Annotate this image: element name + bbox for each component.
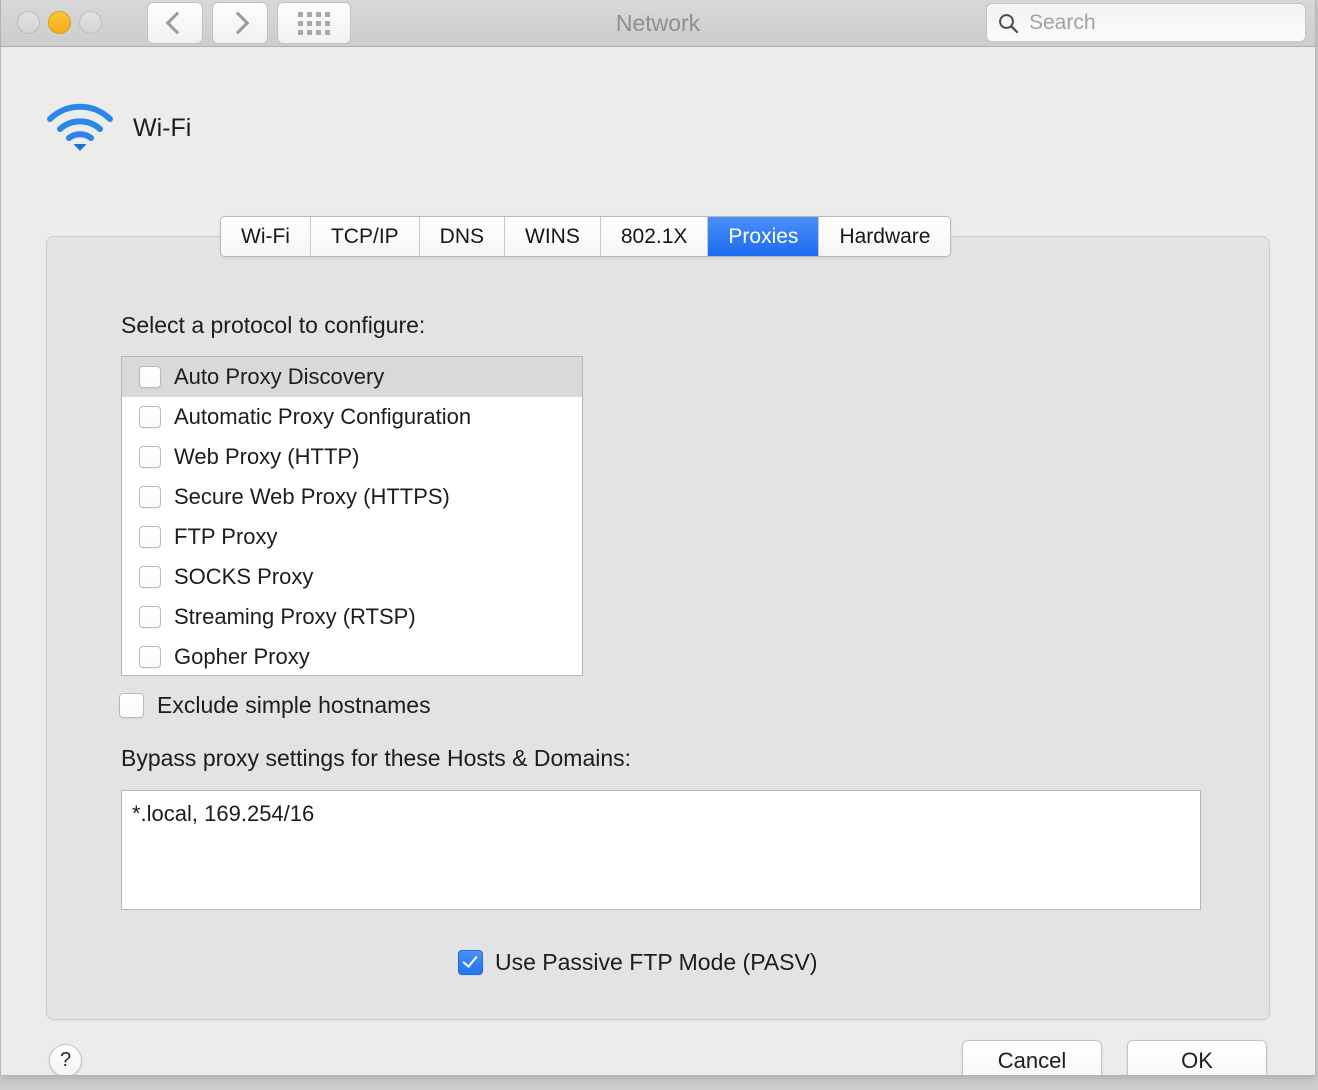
network-preferences-window: Network Wi-Fi: [0, 0, 1316, 1076]
question-mark-icon: ?: [59, 1049, 72, 1071]
list-item-automatic-proxy-configuration[interactable]: Automatic Proxy Configuration: [122, 397, 582, 437]
bypass-proxy-input[interactable]: [121, 790, 1201, 910]
list-item-label: Gopher Proxy: [174, 644, 310, 669]
dialog-buttons: Cancel OK: [962, 1040, 1267, 1075]
bypass-proxy-label: Bypass proxy settings for these Hosts & …: [121, 745, 632, 771]
wifi-icon: [47, 103, 113, 151]
tab-bar: Wi-Fi TCP/IP DNS WINS 802.1X Proxies Har…: [220, 216, 952, 257]
window-titlebar: Network: [1, 0, 1315, 47]
list-item-ftp-proxy[interactable]: FTP Proxy: [122, 517, 582, 557]
list-item-label: Automatic Proxy Configuration: [174, 404, 472, 429]
list-item-label: Secure Web Proxy (HTTPS): [174, 484, 450, 509]
list-item-label: Web Proxy (HTTP): [174, 444, 360, 469]
list-item-streaming-proxy-rtsp[interactable]: Streaming Proxy (RTSP): [122, 597, 582, 637]
list-item-label: FTP Proxy: [174, 524, 278, 549]
checkbox-secure-web-proxy-https[interactable]: [139, 486, 161, 508]
list-item-socks-proxy[interactable]: SOCKS Proxy: [122, 557, 582, 597]
protocol-list-label: Select a protocol to configure:: [121, 312, 426, 338]
service-name: Wi-Fi: [133, 113, 192, 142]
tab-wifi[interactable]: Wi-Fi: [221, 217, 311, 256]
checkbox-exclude-simple-hostnames[interactable]: [119, 693, 144, 718]
exclude-simple-hostnames-row[interactable]: Exclude simple hostnames: [119, 692, 431, 719]
tab-proxies[interactable]: Proxies: [708, 217, 820, 256]
list-item-gopher-proxy[interactable]: Gopher Proxy: [122, 637, 582, 675]
checkbox-auto-proxy-discovery[interactable]: [139, 366, 161, 388]
passive-ftp-row[interactable]: Use Passive FTP Mode (PASV): [458, 949, 818, 976]
search-icon: [999, 13, 1019, 33]
tab-tcpip[interactable]: TCP/IP: [310, 217, 420, 256]
tab-hardware[interactable]: Hardware: [819, 217, 951, 256]
list-item-web-proxy-http[interactable]: Web Proxy (HTTP): [122, 437, 582, 477]
checkbox-ftp-proxy[interactable]: [139, 526, 161, 548]
search-input[interactable]: [1027, 9, 1291, 36]
checkbox-automatic-proxy-configuration[interactable]: [139, 406, 161, 428]
screen: Network Wi-Fi: [0, 0, 1318, 1090]
proxies-panel: Select a protocol to configure: Auto Pro…: [46, 236, 1270, 1020]
list-item-auto-proxy-discovery[interactable]: Auto Proxy Discovery: [122, 357, 582, 397]
service-header: Wi-Fi: [45, 102, 191, 154]
tab-8021x[interactable]: 802.1X: [600, 217, 709, 256]
list-item-secure-web-proxy-https[interactable]: Secure Web Proxy (HTTPS): [122, 477, 582, 517]
checkbox-streaming-proxy-rtsp[interactable]: [139, 606, 161, 628]
cancel-button[interactable]: Cancel: [962, 1040, 1102, 1075]
list-item-label: Streaming Proxy (RTSP): [174, 604, 416, 629]
checkbox-web-proxy-http[interactable]: [139, 446, 161, 468]
list-item-label: Auto Proxy Discovery: [174, 364, 385, 389]
tab-wins[interactable]: WINS: [505, 217, 601, 256]
ok-button[interactable]: OK: [1127, 1040, 1267, 1075]
search-field[interactable]: [986, 3, 1306, 42]
tab-dns[interactable]: DNS: [419, 217, 506, 256]
checkbox-use-passive-ftp-mode[interactable]: [458, 950, 483, 975]
help-button[interactable]: ?: [49, 1044, 82, 1075]
list-item-label: SOCKS Proxy: [174, 564, 314, 589]
checkbox-gopher-proxy[interactable]: [139, 646, 161, 668]
protocol-list[interactable]: Auto Proxy Discovery Automatic Proxy Con…: [121, 356, 583, 676]
passive-ftp-label: Use Passive FTP Mode (PASV): [495, 949, 818, 975]
checkbox-socks-proxy[interactable]: [139, 566, 161, 588]
window-content: Wi-Fi Wi-Fi TCP/IP DNS WINS 802.1X Proxi…: [1, 47, 1315, 1075]
exclude-simple-hostnames-label: Exclude simple hostnames: [157, 692, 431, 718]
